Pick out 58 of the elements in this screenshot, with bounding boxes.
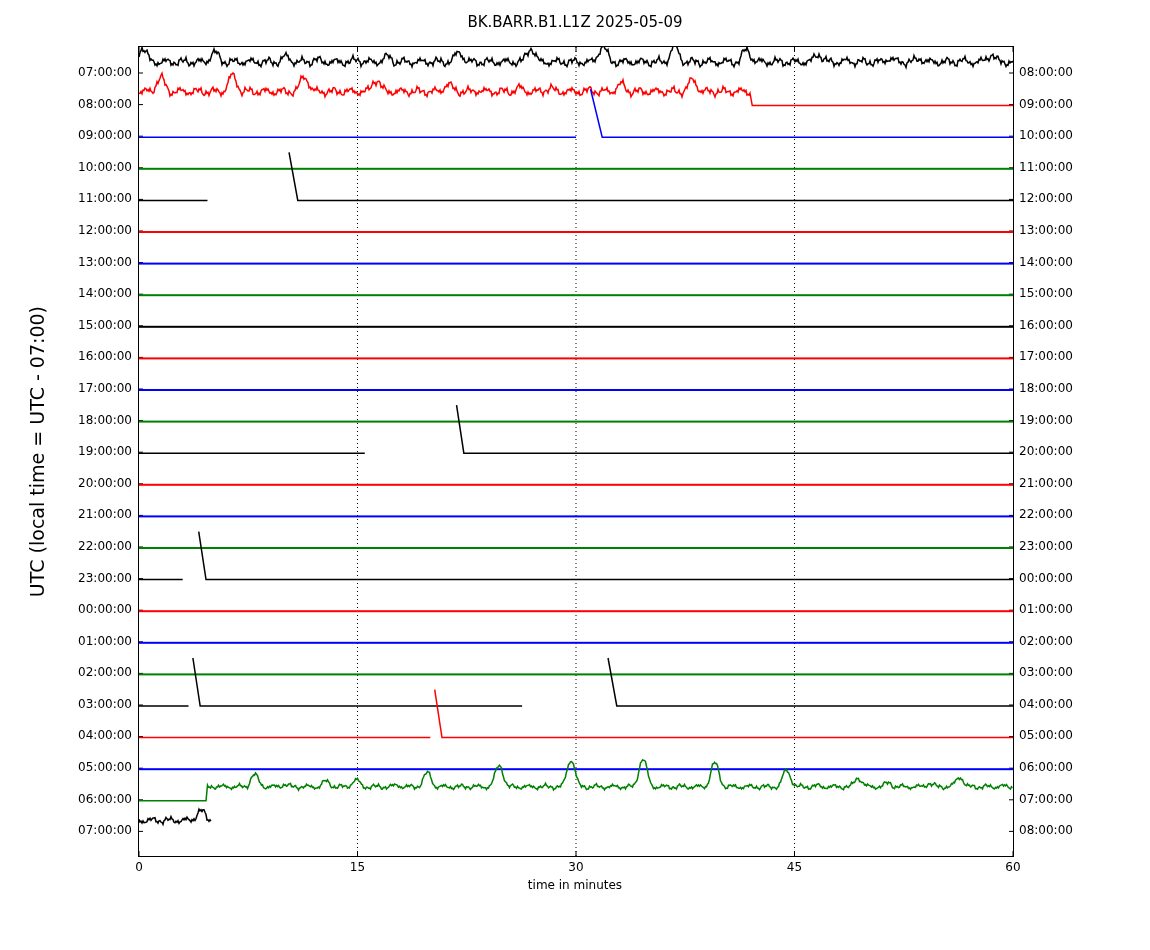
y-tick-label: 23:00:00 xyxy=(78,569,132,587)
y-tick-label: 08:00:00 xyxy=(1019,822,1073,840)
y-tick-label: 18:00:00 xyxy=(1019,379,1073,397)
y-tick-label: 16:00:00 xyxy=(78,348,132,366)
y-tick-label: 05:00:00 xyxy=(78,759,132,777)
x-axis-label: time in minutes xyxy=(527,878,623,892)
x-tick-label: 30 xyxy=(567,860,585,874)
x-tick-label: 45 xyxy=(785,860,804,874)
y-tick-label: 05:00:00 xyxy=(1019,727,1073,745)
y-tick-label: 23:00:00 xyxy=(1019,537,1073,555)
chart-title: BK.BARR.B1.L1Z 2025-05-09 xyxy=(467,13,683,31)
y-tick-label: 13:00:00 xyxy=(1019,221,1073,239)
y-tick-label: 03:00:00 xyxy=(1019,664,1073,682)
y-tick-label: 00:00:00 xyxy=(78,601,132,619)
y-tick-label: 07:00:00 xyxy=(78,64,132,81)
y-tick-label: 15:00:00 xyxy=(78,316,132,334)
y-tick-label: 01:00:00 xyxy=(78,632,132,650)
y-tick-label: 22:00:00 xyxy=(78,537,132,555)
y-tick-label: 17:00:00 xyxy=(78,379,132,397)
y-tick-label: 04:00:00 xyxy=(1019,695,1073,713)
y-tick-label: 20:00:00 xyxy=(1019,443,1073,461)
y-tick-label: 06:00:00 xyxy=(1019,759,1073,777)
y-tick-label: 11:00:00 xyxy=(1019,158,1073,176)
y-tick-label: 02:00:00 xyxy=(1019,632,1073,650)
y-tick-label: 07:00:00 xyxy=(1019,790,1073,808)
y-tick-label: 01:00:00 xyxy=(1019,601,1073,619)
y-tick-label: 19:00:00 xyxy=(78,443,132,461)
y-axis-label: UTC (local time = UTC - 07:00) xyxy=(26,305,48,598)
y-tick-label: 18:00:00 xyxy=(78,411,132,429)
y-tick-label: 09:00:00 xyxy=(1019,95,1073,113)
y-tick-label: 15:00:00 xyxy=(1019,285,1073,303)
y-tick-label: 08:00:00 xyxy=(78,95,132,113)
x-tick-label: 0 xyxy=(134,860,144,874)
y-tick-label: 14:00:00 xyxy=(1019,253,1073,271)
y-tick-label: 02:00:00 xyxy=(78,664,132,682)
y-tick-label: 04:00:00 xyxy=(78,727,132,745)
y-tick-label: 00:00:00 xyxy=(1019,569,1073,587)
y-tick-label: 13:00:00 xyxy=(78,253,132,271)
y-tick-label: 11:00:00 xyxy=(78,190,132,208)
y-tick-label: 03:00:00 xyxy=(78,695,132,713)
y-tick-label: 06:00:00 xyxy=(78,790,132,808)
y-tick-label: 21:00:00 xyxy=(1019,474,1073,492)
y-tick-label: 09:00:00 xyxy=(78,127,132,145)
y-tick-label: 17:00:00 xyxy=(1019,348,1073,366)
y-tick-label: 12:00:00 xyxy=(1019,190,1073,208)
x-tick-label: 15 xyxy=(348,860,367,874)
y-tick-label: 16:00:00 xyxy=(1019,316,1073,334)
x-tick-label: 60 xyxy=(1004,860,1022,874)
y-tick-label: 07:00:00 xyxy=(78,822,132,840)
y-tick-label: 22:00:00 xyxy=(1019,506,1073,524)
y-tick-label: 08:00:00 xyxy=(1019,64,1073,81)
y-tick-label: 14:00:00 xyxy=(78,285,132,303)
y-tick-label: 20:00:00 xyxy=(78,474,132,492)
y-tick-label: 21:00:00 xyxy=(78,506,132,524)
y-tick-label: 10:00:00 xyxy=(78,158,132,176)
y-tick-label: 19:00:00 xyxy=(1019,411,1073,429)
y-tick-label: 12:00:00 xyxy=(78,221,132,239)
y-tick-label: 10:00:00 xyxy=(1019,127,1073,145)
